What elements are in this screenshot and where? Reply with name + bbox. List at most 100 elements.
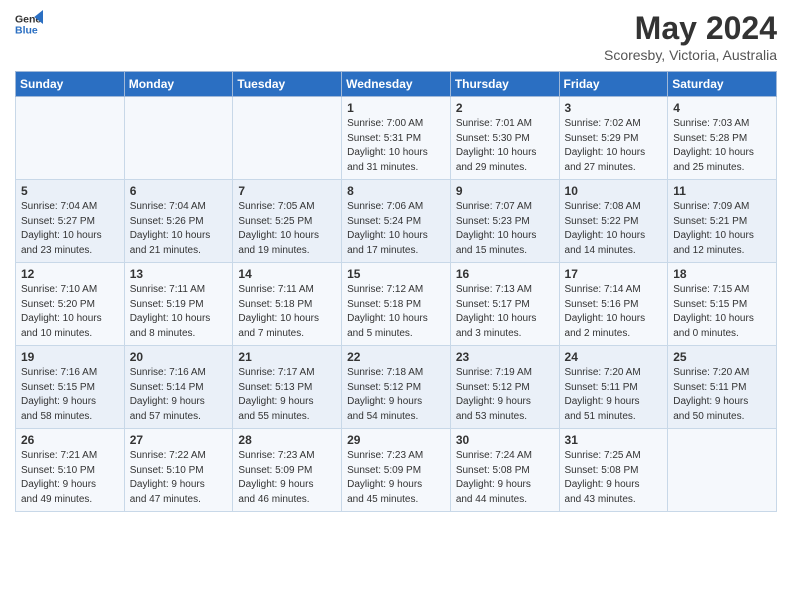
calendar-cell: 5Sunrise: 7:04 AM Sunset: 5:27 PM Daylig… <box>16 180 125 263</box>
header: General Blue May 2024 Scoresby, Victoria… <box>15 10 777 63</box>
calendar-cell: 1 Sunrise: 7:00 AM Sunset: 5:31 PM Daylig… <box>342 97 451 180</box>
calendar-cell: 2 Sunrise: 7:01 AM Sunset: 5:30 PM Daylig… <box>450 97 559 180</box>
day-info: Sunrise: 7:23 AM Sunset: 5:09 PM Dayligh… <box>347 449 445 507</box>
calendar-cell: 15Sunrise: 7:12 AM Sunset: 5:18 PM Dayli… <box>342 263 451 346</box>
calendar-cell: 21Sunrise: 7:17 AM Sunset: 5:13 PM Dayli… <box>233 346 342 429</box>
week-row-2: 5Sunrise: 7:04 AM Sunset: 5:27 PM Daylig… <box>16 180 777 263</box>
calendar-table: SundayMondayTuesdayWednesdayThursdayFrid… <box>15 71 777 512</box>
day-info: Sunrise: 7:13 AM Sunset: 5:17 PM Dayligh… <box>456 283 554 341</box>
location-subtitle: Scoresby, Victoria, Australia <box>604 47 777 63</box>
calendar-cell: 7 Sunrise: 7:05 AM Sunset: 5:25 PM Daylig… <box>233 180 342 263</box>
calendar-cell <box>668 429 777 512</box>
day-header-tuesday: Tuesday <box>233 72 342 97</box>
day-info: Sunrise: 7:11 AM Sunset: 5:18 PM Dayligh… <box>238 283 336 341</box>
calendar-cell: 8 Sunrise: 7:06 AM Sunset: 5:24 PM Daylig… <box>342 180 451 263</box>
day-number: 27 <box>130 433 228 447</box>
day-info: Sunrise: 7:14 AM Sunset: 5:16 PM Dayligh… <box>565 283 663 341</box>
days-header-row: SundayMondayTuesdayWednesdayThursdayFrid… <box>16 72 777 97</box>
day-info: Sunrise: 7:23 AM Sunset: 5:09 PM Dayligh… <box>238 449 336 507</box>
calendar-cell: 30Sunrise: 7:24 AM Sunset: 5:08 PM Dayli… <box>450 429 559 512</box>
day-header-thursday: Thursday <box>450 72 559 97</box>
day-header-sunday: Sunday <box>16 72 125 97</box>
day-number: 25 <box>673 350 771 364</box>
svg-text:Blue: Blue <box>15 25 38 37</box>
day-number: 20 <box>130 350 228 364</box>
day-header-monday: Monday <box>124 72 233 97</box>
calendar-cell <box>16 97 125 180</box>
page-container: General Blue May 2024 Scoresby, Victoria… <box>0 0 792 527</box>
day-info: Sunrise: 7:15 AM Sunset: 5:15 PM Dayligh… <box>673 283 771 341</box>
calendar-cell <box>233 97 342 180</box>
day-number: 21 <box>238 350 336 364</box>
day-info: Sunrise: 7:22 AM Sunset: 5:10 PM Dayligh… <box>130 449 228 507</box>
day-number: 23 <box>456 350 554 364</box>
day-number: 10 <box>565 184 663 198</box>
month-title: May 2024 <box>604 10 777 47</box>
day-info: Sunrise: 7:25 AM Sunset: 5:08 PM Dayligh… <box>565 449 663 507</box>
day-number: 9 <box>456 184 554 198</box>
day-info: Sunrise: 7:10 AM Sunset: 5:20 PM Dayligh… <box>21 283 119 341</box>
calendar-cell: 31Sunrise: 7:25 AM Sunset: 5:08 PM Dayli… <box>559 429 668 512</box>
logo-icon: General Blue <box>15 10 43 38</box>
calendar-cell: 27 Sunrise: 7:22 AM Sunset: 5:10 PM Dayli… <box>124 429 233 512</box>
calendar-cell: 23 Sunrise: 7:19 AM Sunset: 5:12 PM Dayli… <box>450 346 559 429</box>
day-info: Sunrise: 7:11 AM Sunset: 5:19 PM Dayligh… <box>130 283 228 341</box>
day-info: Sunrise: 7:00 AM Sunset: 5:31 PM Dayligh… <box>347 117 445 175</box>
day-number: 18 <box>673 267 771 281</box>
day-info: Sunrise: 7:16 AM Sunset: 5:15 PM Dayligh… <box>21 366 119 424</box>
day-number: 19 <box>21 350 119 364</box>
calendar-cell: 29 Sunrise: 7:23 AM Sunset: 5:09 PM Dayli… <box>342 429 451 512</box>
day-info: Sunrise: 7:05 AM Sunset: 5:25 PM Dayligh… <box>238 200 336 258</box>
title-block: May 2024 Scoresby, Victoria, Australia <box>604 10 777 63</box>
day-number: 1 <box>347 101 445 115</box>
day-number: 16 <box>456 267 554 281</box>
calendar-cell: 14 Sunrise: 7:11 AM Sunset: 5:18 PM Dayli… <box>233 263 342 346</box>
calendar-cell: 26 Sunrise: 7:21 AM Sunset: 5:10 PM Dayli… <box>16 429 125 512</box>
day-number: 11 <box>673 184 771 198</box>
calendar-cell: 22 Sunrise: 7:18 AM Sunset: 5:12 PM Dayli… <box>342 346 451 429</box>
calendar-cell: 13 Sunrise: 7:11 AM Sunset: 5:19 PM Dayli… <box>124 263 233 346</box>
week-row-5: 26 Sunrise: 7:21 AM Sunset: 5:10 PM Dayli… <box>16 429 777 512</box>
day-info: Sunrise: 7:21 AM Sunset: 5:10 PM Dayligh… <box>21 449 119 507</box>
day-info: Sunrise: 7:20 AM Sunset: 5:11 PM Dayligh… <box>565 366 663 424</box>
day-number: 29 <box>347 433 445 447</box>
day-number: 5 <box>21 184 119 198</box>
day-number: 8 <box>347 184 445 198</box>
day-info: Sunrise: 7:06 AM Sunset: 5:24 PM Dayligh… <box>347 200 445 258</box>
day-info: Sunrise: 7:01 AM Sunset: 5:30 PM Dayligh… <box>456 117 554 175</box>
day-info: Sunrise: 7:19 AM Sunset: 5:12 PM Dayligh… <box>456 366 554 424</box>
calendar-cell: 17 Sunrise: 7:14 AM Sunset: 5:16 PM Dayli… <box>559 263 668 346</box>
week-row-3: 12 Sunrise: 7:10 AM Sunset: 5:20 PM Dayli… <box>16 263 777 346</box>
day-info: Sunrise: 7:07 AM Sunset: 5:23 PM Dayligh… <box>456 200 554 258</box>
day-info: Sunrise: 7:16 AM Sunset: 5:14 PM Dayligh… <box>130 366 228 424</box>
calendar-cell: 4Sunrise: 7:03 AM Sunset: 5:28 PM Daylig… <box>668 97 777 180</box>
calendar-cell: 16 Sunrise: 7:13 AM Sunset: 5:17 PM Dayli… <box>450 263 559 346</box>
day-info: Sunrise: 7:04 AM Sunset: 5:26 PM Dayligh… <box>130 200 228 258</box>
day-info: Sunrise: 7:20 AM Sunset: 5:11 PM Dayligh… <box>673 366 771 424</box>
day-info: Sunrise: 7:02 AM Sunset: 5:29 PM Dayligh… <box>565 117 663 175</box>
day-number: 13 <box>130 267 228 281</box>
day-number: 17 <box>565 267 663 281</box>
logo: General Blue <box>15 10 43 38</box>
calendar-cell: 11Sunrise: 7:09 AM Sunset: 5:21 PM Dayli… <box>668 180 777 263</box>
calendar-cell: 6Sunrise: 7:04 AM Sunset: 5:26 PM Daylig… <box>124 180 233 263</box>
calendar-cell: 18 Sunrise: 7:15 AM Sunset: 5:15 PM Dayli… <box>668 263 777 346</box>
day-header-saturday: Saturday <box>668 72 777 97</box>
calendar-cell <box>124 97 233 180</box>
day-header-wednesday: Wednesday <box>342 72 451 97</box>
day-header-friday: Friday <box>559 72 668 97</box>
day-number: 12 <box>21 267 119 281</box>
calendar-cell: 12 Sunrise: 7:10 AM Sunset: 5:20 PM Dayli… <box>16 263 125 346</box>
week-row-1: 1 Sunrise: 7:00 AM Sunset: 5:31 PM Daylig… <box>16 97 777 180</box>
day-info: Sunrise: 7:08 AM Sunset: 5:22 PM Dayligh… <box>565 200 663 258</box>
day-number: 7 <box>238 184 336 198</box>
day-number: 22 <box>347 350 445 364</box>
calendar-cell: 20 Sunrise: 7:16 AM Sunset: 5:14 PM Dayli… <box>124 346 233 429</box>
calendar-cell: 9 Sunrise: 7:07 AM Sunset: 5:23 PM Daylig… <box>450 180 559 263</box>
day-number: 2 <box>456 101 554 115</box>
day-number: 26 <box>21 433 119 447</box>
day-info: Sunrise: 7:03 AM Sunset: 5:28 PM Dayligh… <box>673 117 771 175</box>
day-number: 14 <box>238 267 336 281</box>
day-info: Sunrise: 7:12 AM Sunset: 5:18 PM Dayligh… <box>347 283 445 341</box>
day-info: Sunrise: 7:18 AM Sunset: 5:12 PM Dayligh… <box>347 366 445 424</box>
